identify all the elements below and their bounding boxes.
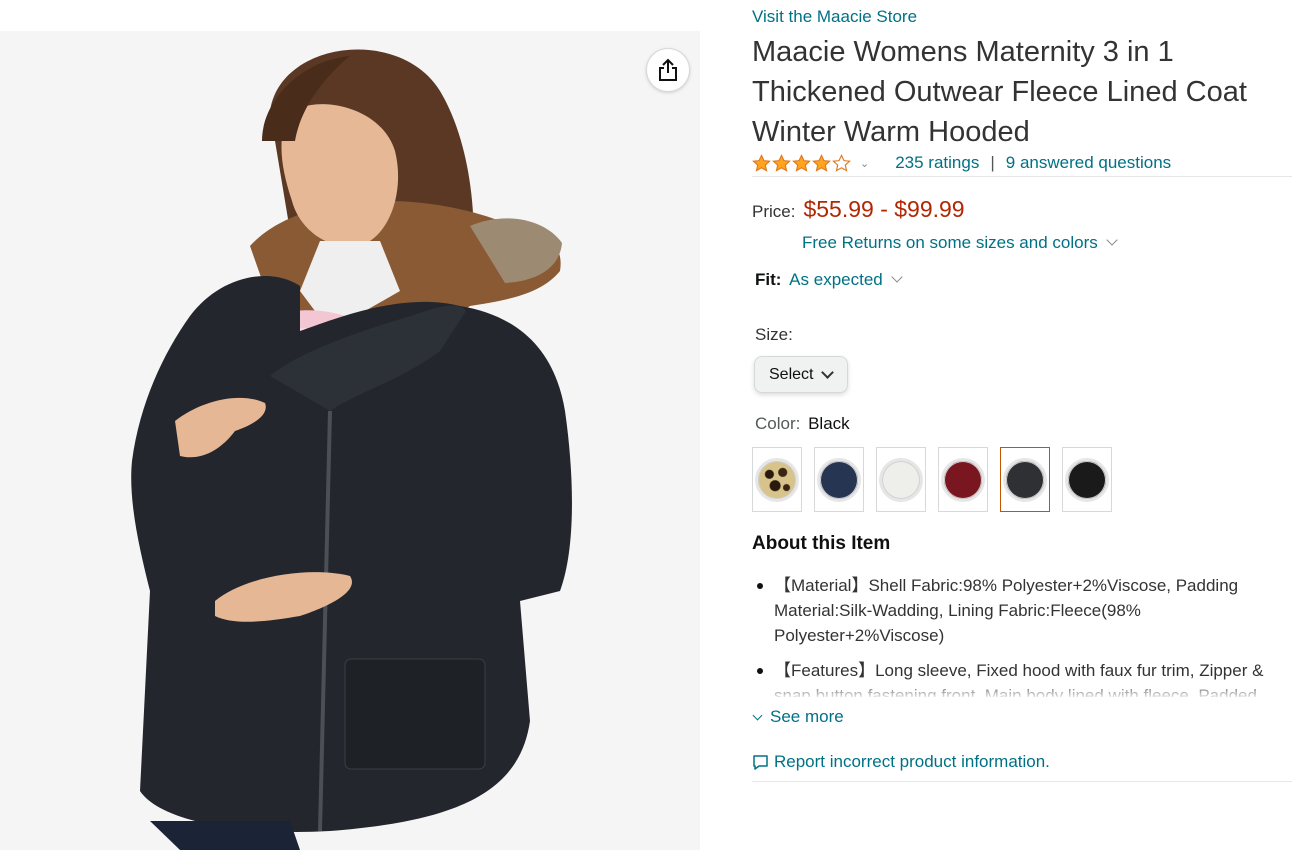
report-info-link[interactable]: Report incorrect product information. xyxy=(752,752,1050,772)
product-photo[interactable] xyxy=(0,31,700,850)
color-label: Color: xyxy=(755,414,801,433)
store-link[interactable]: Visit the Maacie Store xyxy=(752,7,917,27)
rating-row: ⌄ 235 ratings | 9 answered questions xyxy=(752,150,1292,176)
fit-row[interactable]: Fit: As expected xyxy=(755,270,903,290)
color-swatch-black[interactable] xyxy=(1062,447,1112,512)
see-more-label: See more xyxy=(770,707,844,726)
fit-label: Fit: xyxy=(755,270,782,289)
price-row: Price: $55.99 - $99.99 xyxy=(752,196,965,223)
rating-separator: | xyxy=(990,153,995,172)
chevron-down-icon xyxy=(821,366,834,379)
price-label: Price: xyxy=(752,202,796,221)
fit-value: As expected xyxy=(789,270,883,289)
size-label: Size: xyxy=(755,325,793,344)
swatch-color-dot xyxy=(1003,457,1047,502)
chevron-down-icon xyxy=(1106,234,1118,246)
color-swatch-navy[interactable] xyxy=(814,447,864,512)
chevron-down-icon xyxy=(891,271,903,283)
free-returns-label: Free Returns on some sizes and colors xyxy=(802,233,1098,252)
see-more-link[interactable]: See more xyxy=(752,707,844,727)
color-swatch-white[interactable] xyxy=(876,447,926,512)
comment-icon xyxy=(753,754,768,770)
size-dropdown[interactable]: Select xyxy=(754,356,848,393)
swatch-color-dot xyxy=(817,457,861,502)
star-icon xyxy=(832,153,851,172)
star-icon xyxy=(812,153,831,172)
ratings-count-link[interactable]: 235 ratings xyxy=(895,153,979,173)
swatch-color-dot xyxy=(941,457,985,502)
swatch-color-dot xyxy=(1065,457,1109,502)
color-swatch-wine-red[interactable] xyxy=(938,447,988,512)
size-dropdown-value: Select xyxy=(769,365,814,383)
color-swatch-dark-grey[interactable] xyxy=(1000,447,1050,512)
free-returns-link[interactable]: Free Returns on some sizes and colors xyxy=(802,233,1118,253)
star-icon xyxy=(772,153,791,172)
about-heading: About this Item xyxy=(752,533,891,554)
rating-chevron-down-icon[interactable]: ⌄ xyxy=(860,157,869,170)
color-row: Color: Black xyxy=(755,414,850,434)
bullet-item: 【Material】Shell Fabric:98% Polyester+2%V… xyxy=(752,573,1292,648)
share-button[interactable] xyxy=(646,48,690,92)
report-info-label: Report incorrect product information. xyxy=(774,752,1050,771)
divider xyxy=(752,176,1292,177)
star-rating[interactable] xyxy=(752,153,852,173)
star-icon xyxy=(792,153,811,172)
share-icon xyxy=(659,58,677,81)
price-value: $55.99 - $99.99 xyxy=(803,196,965,222)
swatch-color-dot xyxy=(755,457,799,502)
product-title: Maacie Womens Maternity 3 in 1 Thickened… xyxy=(752,36,1247,148)
swatch-color-dot xyxy=(879,457,923,502)
color-swatch-leopard[interactable] xyxy=(752,447,802,512)
color-value: Black xyxy=(808,414,850,433)
chevron-down-icon xyxy=(752,710,763,720)
bullets-fade xyxy=(752,680,1292,698)
color-swatches xyxy=(752,447,1124,512)
answered-questions-link[interactable]: 9 answered questions xyxy=(1006,153,1171,173)
star-icon xyxy=(752,153,771,172)
about-bullets: 【Material】Shell Fabric:98% Polyester+2%V… xyxy=(752,573,1292,697)
product-image-panel[interactable] xyxy=(0,31,700,850)
divider xyxy=(752,781,1292,782)
